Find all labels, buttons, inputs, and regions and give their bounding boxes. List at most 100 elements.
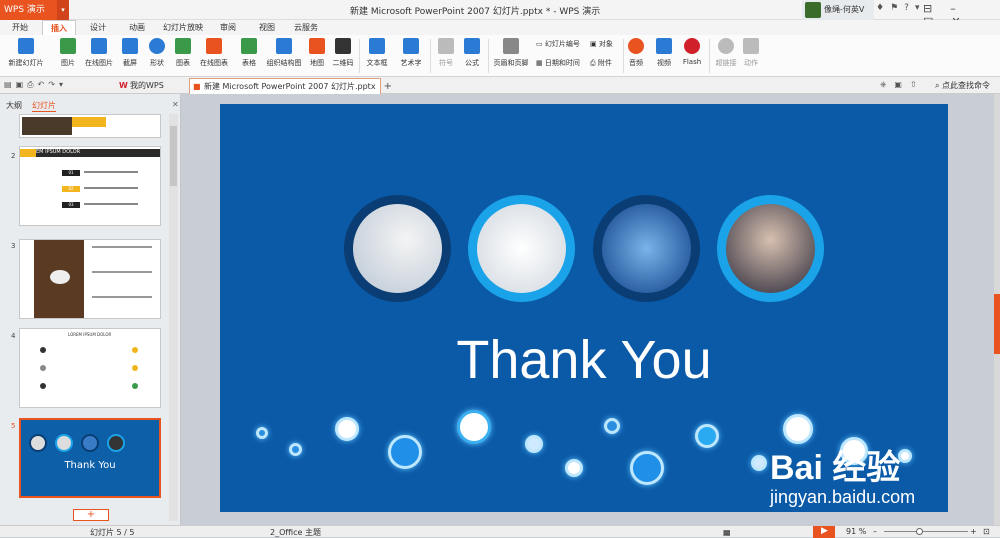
bubble [695,424,719,448]
restore-icon[interactable]: ⊟ [923,2,950,15]
action-button[interactable]: 动作 [740,38,762,68]
map-button[interactable]: 地图 [306,38,328,68]
minimize-icon[interactable]: – [950,2,974,15]
wordart-button[interactable]: 艺术字 [396,38,426,68]
pdf-icon[interactable]: ▣ [894,80,910,89]
scroll-thumb[interactable] [170,126,177,186]
scroll-thumb[interactable] [994,294,1000,354]
zoom-level[interactable]: 91 % [846,527,866,536]
divider [430,39,431,73]
tab-view[interactable]: 视图 [259,22,275,33]
screenshot-button[interactable]: 截屏 [118,38,142,68]
new-tab-icon[interactable]: + [384,79,392,94]
fit-window-icon[interactable]: ⊡ [983,527,990,536]
org-chart-button[interactable]: 组织结构图 [264,38,304,68]
tab-review[interactable]: 审阅 [220,22,236,33]
zoom-slider[interactable] [884,531,968,532]
slide-title[interactable]: Thank You [220,329,948,391]
step-badge: 01 [62,170,80,176]
datetime-button[interactable]: ▦ 日期和时间 [536,58,590,68]
redo-icon[interactable]: ↷ [48,80,59,89]
tab-my-wps[interactable]: W 我的WPS [116,78,189,94]
header-footer-button[interactable]: 页眉和页脚 [490,38,532,68]
tab-slides[interactable]: 幻灯片 [32,100,56,112]
chart-button[interactable]: 图表 [172,38,194,68]
photo-circle-2 [468,195,575,302]
quick-access-toolbar: ▤▣⎙↶↷▾ [4,80,67,90]
bubble [751,455,767,471]
slide-number: 5 [11,422,16,430]
qrcode-button[interactable]: 二维码 [330,38,356,68]
shirt-icon[interactable]: ⚑ [890,3,904,13]
video-button[interactable]: 视频 [653,38,675,68]
reading-view-icon[interactable]: ▭ [723,528,741,537]
search-icon: ⌕ [935,81,940,90]
divider [488,39,489,73]
help-icon[interactable]: ? [904,3,915,13]
slide-thumb-1[interactable] [19,114,161,138]
save-icon[interactable]: ▣ [16,80,28,89]
zoom-slider-handle[interactable] [916,528,923,535]
formula-button[interactable]: 公式 [460,38,484,68]
textbox-button[interactable]: 文本框 [362,38,392,68]
tab-design[interactable]: 设计 [90,22,106,33]
symbol-button[interactable]: 符号 [434,38,458,68]
object-button[interactable]: ▣ 对象 [590,39,624,49]
text-line [84,187,138,189]
slide-thumb-5[interactable]: Thank You [19,418,161,498]
tab-home[interactable]: 开始 [12,22,28,33]
org-chart-icon [276,38,292,54]
slide-thumb-4[interactable]: LOREM IPSUM DOLOR [19,328,161,408]
online-chart-icon [206,38,222,54]
thumb-circle [107,434,125,452]
zoom-in-icon[interactable]: + [970,527,977,536]
folder-icon[interactable]: ▤ [4,80,16,89]
panel-header: 大纲 幻灯片 ✕ [0,94,181,114]
slide-number: 2 [11,152,16,160]
wps-app-menu-button[interactable]: WPS 演示 ▾ [0,0,69,20]
export-icon[interactable]: ⇧ [910,80,925,89]
slide-number-button[interactable]: ▭ 幻灯片编号 [536,39,592,49]
slide-thumb-3[interactable] [19,239,161,319]
add-slide-button[interactable]: + [73,509,109,521]
slide-thumb-2[interactable]: LOREM IPSUM DOLOR 01 02 03 [19,146,161,226]
tab-outline[interactable]: 大纲 [6,100,22,111]
slide-number: 3 [11,242,16,250]
tab-cloud[interactable]: 云服务 [294,22,318,33]
online-picture-button[interactable]: 在线图片 [82,38,116,68]
slide-thumb-title: LOREM IPSUM DOLOR [68,332,112,337]
wps-logo-icon: W [119,81,128,90]
flash-button[interactable]: Flash [680,38,704,66]
table-button[interactable]: 表格 [236,38,262,68]
user-account[interactable]: 像绳-何英V [802,0,874,20]
panel-scrollbar[interactable] [169,114,178,521]
tab-slideshow[interactable]: 幻灯片放映 [163,22,203,33]
online-chart-button[interactable]: 在线图表 [196,38,232,68]
play-slideshow-button[interactable]: ▶ [813,526,835,538]
text-line [92,296,152,298]
status-bar: 幻灯片 5 / 5 2_Office 主题 ≡ ▥ ▦ ▭ ▶ 91 % – + ⊡ [0,525,1000,538]
chevron-down-icon[interactable]: ▾ [59,80,67,89]
shape-button[interactable]: 形状 [144,38,170,68]
slide-info: 幻灯片 5 / 5 [90,528,135,537]
picture-button[interactable]: 图片 [54,38,82,68]
print-icon[interactable]: ⎙ [27,80,37,89]
ribbon-insert: 新建幻灯片 图片 在线图片 截屏 形状 图表 在线图表 表格 组织结构图 地图 … [0,35,1000,77]
new-slide-button[interactable]: 新建幻灯片 [4,38,48,68]
audio-button[interactable]: 音频 [625,38,647,68]
pin-icon[interactable]: ⎈ [880,80,894,89]
canvas-scrollbar[interactable] [994,94,1000,525]
close-icon[interactable]: ✕ [172,100,179,109]
attachment-button[interactable]: ⎙ 附件 [590,58,624,68]
zoom-out-icon[interactable]: – [873,527,877,536]
skin-icon[interactable]: ♦ [876,3,890,13]
tab-document[interactable]: ■ 新建 Microsoft PowerPoint 2007 幻灯片.pptx … [189,78,392,106]
find-command[interactable]: ⌕ 点此查找命令 [935,80,990,91]
ppt-file-icon: ■ [193,82,201,91]
bubble [457,410,491,444]
tab-animation[interactable]: 动画 [129,22,145,33]
hyperlink-button[interactable]: 超链接 [713,38,739,68]
tab-insert[interactable]: 插入 [42,20,76,35]
chevron-down-icon[interactable]: ▾ [57,0,69,20]
undo-icon[interactable]: ↶ [38,80,49,89]
